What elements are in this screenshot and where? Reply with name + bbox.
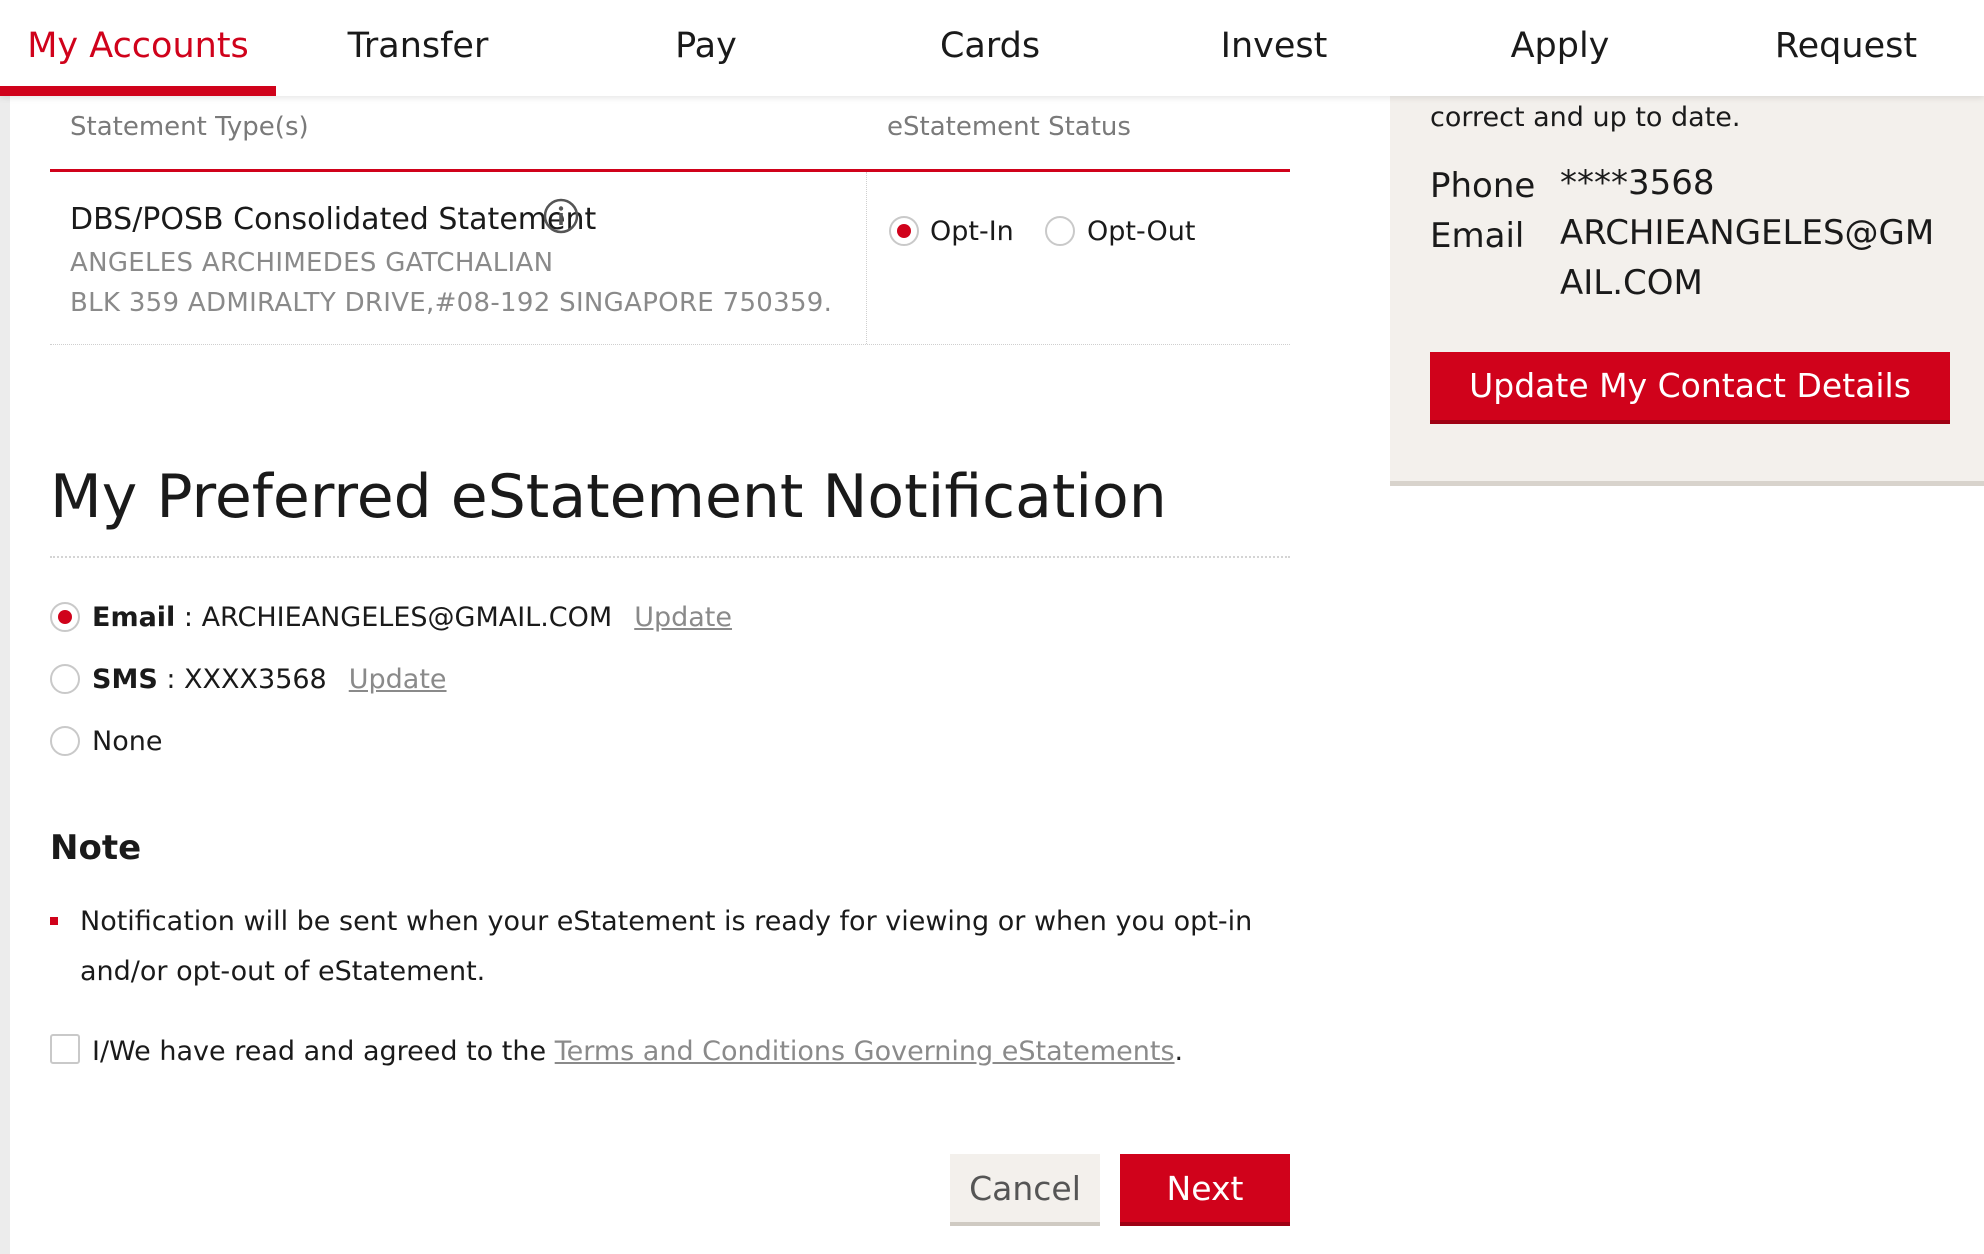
phone-value: ****3568 [1560,163,1715,203]
statement-name: DBS/POSB Consolidated Statement [70,202,597,237]
email-value: ARCHIEANGELES@GM AIL.COM [1560,208,1940,308]
email-label: Email [1430,216,1525,256]
tab-pay[interactable]: Pay [588,0,824,96]
top-navigation: My Accounts Transfer Pay Cards Invest Ap… [0,0,1984,96]
note-title: Note [50,828,142,868]
note-text: Notification will be sent when your eSta… [80,906,1253,987]
update-email-link[interactable]: Update [634,602,732,633]
cancel-button[interactable]: Cancel [950,1154,1100,1226]
header-estatement-status: eStatement Status [887,112,1131,142]
sms-option-value: XXXX3568 [184,664,327,695]
update-contact-details-button[interactable]: Update My Contact Details [1430,352,1950,424]
statement-address: BLK 359 ADMIRALTY DRIVE,#08-192 SINGAPOR… [70,288,833,318]
terms-agreement-text: I/We have read and agreed to the Terms a… [92,1034,1183,1070]
terms-and-conditions-link[interactable]: Terms and Conditions Governing eStatemen… [555,1036,1175,1067]
tab-apply[interactable]: Apply [1442,0,1678,96]
table-header-divider [50,169,1290,172]
tab-transfer[interactable]: Transfer [300,0,536,96]
contact-intro-text: correct and up to date. [1430,102,1741,133]
update-sms-link[interactable]: Update [349,664,447,695]
next-button[interactable]: Next [1120,1154,1290,1226]
tab-cards[interactable]: Cards [872,0,1108,96]
opt-out-radio[interactable] [1045,216,1075,246]
info-icon[interactable] [543,198,579,234]
email-value-line2: AIL.COM [1560,263,1703,303]
email-option-label: Email [92,602,176,633]
email-option-separator: : [175,602,202,633]
email-value-line1: ARCHIEANGELES@GM [1560,213,1935,253]
sms-option-separator: : [157,664,185,695]
opt-in-label: Opt-In [930,216,1014,247]
tab-invest[interactable]: Invest [1156,0,1392,96]
table-row-divider [50,344,1290,345]
tab-request[interactable]: Request [1728,0,1964,96]
agreement-prefix: I/We have read and agreed to the [92,1036,555,1067]
section-divider [50,556,1290,558]
note-bullet [50,917,58,925]
phone-label: Phone [1430,166,1536,206]
email-notification-radio[interactable] [50,602,80,632]
none-notification-radio[interactable] [50,726,80,756]
none-option-label: None [92,726,163,757]
email-option-value: ARCHIEANGELES@GMAIL.COM [201,602,613,633]
terms-agreement-checkbox[interactable] [50,1034,80,1064]
sms-notification-text: SMS : XXXX3568 Update [92,662,447,698]
statement-holder-name: ANGELES ARCHIMEDES GATCHALIAN [70,248,554,278]
table-column-divider [866,172,867,344]
left-gutter [0,0,10,1254]
sms-option-label: SMS [92,664,158,695]
contact-details-panel: correct and up to date. Phone ****3568 E… [1390,96,1984,486]
email-notification-text: Email : ARCHIEANGELES@GMAIL.COM Update [92,600,732,636]
tab-my-accounts[interactable]: My Accounts [0,0,276,96]
header-statement-type: Statement Type(s) [70,112,309,142]
sms-notification-radio[interactable] [50,664,80,694]
section-title: My Preferred eStatement Notification [50,462,1167,532]
opt-out-label: Opt-Out [1087,216,1196,247]
opt-in-radio[interactable] [889,216,919,246]
agreement-suffix: . [1174,1036,1184,1067]
